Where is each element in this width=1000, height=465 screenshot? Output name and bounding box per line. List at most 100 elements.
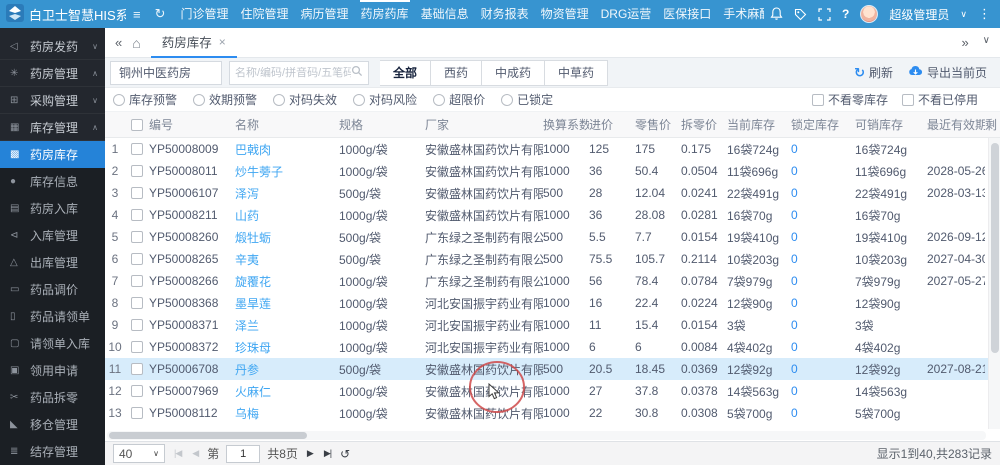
row-checkbox[interactable] [131,363,143,375]
page-number-input[interactable] [226,444,261,463]
header-locked-stock[interactable]: 锁定库存 [791,116,855,133]
filter-radio[interactable]: 效期预警 [193,91,257,108]
drug-name-link[interactable]: 旋覆花 [235,273,339,290]
locked-stock-link[interactable]: 0 [791,406,855,420]
category-button[interactable]: 全部 [380,59,432,86]
sidebar-collapse-icon[interactable]: ≡ [133,7,141,22]
avatar[interactable] [860,5,879,23]
table-row[interactable]: 9 YP50008371 泽兰 1000g/袋 河北安国振宇药业有限公司 100… [105,314,1000,336]
row-checkbox[interactable] [131,341,143,353]
select-all-checkbox[interactable] [131,118,143,131]
first-page-button[interactable]: |◀ [172,448,183,459]
tab-close-icon[interactable]: × [219,35,226,49]
table-row[interactable]: 5 YP50008260 煅牡蛎 500g/袋 广东绿之圣制药有限公司 500 … [105,226,1000,248]
sidebar-item[interactable]: △ 出库管理 [0,249,105,276]
sidebar-item[interactable]: ▦ 库存管理 ∧ [0,114,105,141]
locked-stock-link[interactable]: 0 [791,142,855,156]
table-row[interactable]: 8 YP50008368 墨旱莲 1000g/袋 河北安国振宇药业有限公司 10… [105,292,1000,314]
reload-table-icon[interactable]: ↺ [340,447,350,461]
row-checkbox[interactable] [131,297,143,309]
vertical-scrollbar[interactable] [988,138,1000,429]
tabs-scroll-right-icon[interactable]: » [961,35,968,50]
row-checkbox[interactable] [131,275,143,287]
locked-stock-link[interactable]: 0 [791,186,855,200]
help-icon[interactable]: ? [842,7,849,21]
fullscreen-icon[interactable] [818,7,831,21]
header-name[interactable]: 名称 [235,116,339,133]
header-retail-price[interactable]: 零售价 [635,116,681,133]
sidebar-item[interactable]: ▭ 药品调价 [0,276,105,303]
drug-name-link[interactable]: 炒牛蒡子 [235,163,339,180]
top-menu-item[interactable]: 药房药库 [355,0,415,28]
drug-name-link[interactable]: 巴戟肉 [235,141,339,158]
locked-stock-link[interactable]: 0 [791,208,855,222]
row-checkbox[interactable] [131,407,143,419]
header-current-stock[interactable]: 当前库存 [727,116,791,133]
filter-checkbox[interactable]: 不看已停用 [901,91,978,108]
row-checkbox[interactable] [131,253,143,265]
top-menu-item[interactable]: 财务报表 [475,0,535,28]
table-row[interactable]: 2 YP50008011 炒牛蒡子 1000g/袋 安徽盛林国药饮片有限公司 1… [105,160,1000,182]
table-row[interactable]: 12 YP50007969 火麻仁 1000g/袋 安徽盛林国药饮片有限公司 1… [105,380,1000,402]
tab-pharmacy-stock[interactable]: 药房库存 × [150,28,237,58]
pharmacy-select[interactable]: 铜州中医药房 [110,60,222,85]
drug-name-link[interactable]: 煅牡蛎 [235,229,339,246]
top-menu-item[interactable]: 物资管理 [535,0,595,28]
row-checkbox[interactable] [131,319,143,331]
sidebar-item[interactable]: ▤ 药房入库 [0,195,105,222]
locked-stock-link[interactable]: 0 [791,252,855,266]
vertical-scrollbar-thumb[interactable] [991,143,999,353]
table-row[interactable]: 11 YP50006708 丹参 500g/袋 安徽盛林国药饮片有限公司 500… [105,358,1000,380]
home-icon[interactable]: ⌂ [132,35,140,51]
sidebar-item[interactable]: ≣ 结存管理 [0,438,105,465]
locked-stock-link[interactable]: 0 [791,164,855,178]
sidebar-item[interactable]: ▩ 药房库存 [0,141,105,168]
sidebar-item[interactable]: ⊞ 采购管理 ∨ [0,87,105,114]
sidebar-item[interactable]: ✂ 药品拆零 [0,384,105,411]
filter-radio[interactable]: 对码风险 [353,91,417,108]
table-row[interactable]: 3 YP50006107 泽泻 500g/袋 安徽盛林国药饮片有限公司 500 … [105,182,1000,204]
locked-stock-link[interactable]: 0 [791,340,855,354]
row-checkbox[interactable] [131,143,143,155]
row-checkbox[interactable] [131,231,143,243]
top-menu-item[interactable]: 门诊管理 [175,0,235,28]
locked-stock-link[interactable]: 0 [791,362,855,376]
sidebar-item[interactable]: ◁ 药房发药 ∨ [0,33,105,60]
locked-stock-link[interactable]: 0 [791,296,855,310]
top-menu-item[interactable]: 病历管理 [295,0,355,28]
category-button[interactable]: 中成药 [482,59,546,86]
prev-page-button[interactable]: ◀ [190,448,200,459]
bell-icon[interactable] [770,7,783,21]
locked-stock-link[interactable]: 0 [791,274,855,288]
header-expiry[interactable]: 最近有效期 [927,116,985,133]
search-input[interactable] [235,66,351,79]
horizontal-scrollbar[interactable] [107,431,986,440]
sidebar-item[interactable]: ◣ 移仓管理 [0,411,105,438]
table-row[interactable]: 6 YP50008265 辛夷 500g/袋 广东绿之圣制药有限公司 500 7… [105,248,1000,270]
category-button[interactable]: 西药 [431,59,483,86]
top-menu-item[interactable]: 医保接口 [657,0,717,28]
drug-name-link[interactable]: 珍珠母 [235,339,339,356]
top-menu-item[interactable]: 手术麻醉 [717,0,764,28]
filter-radio[interactable]: 超限价 [433,91,485,108]
locked-stock-link[interactable]: 0 [791,318,855,332]
drug-name-link[interactable]: 丹参 [235,361,339,378]
drug-name-link[interactable]: 乌梅 [235,405,339,422]
row-checkbox[interactable] [131,385,143,397]
filter-radio[interactable]: 对码失效 [273,91,337,108]
locked-stock-link[interactable]: 0 [791,384,855,398]
header-sellable-stock[interactable]: 可销库存 [855,116,927,133]
export-current-page-button[interactable]: 导出当前页 [908,64,987,81]
top-menu-item[interactable]: DRG运营 [595,0,658,28]
locked-stock-link[interactable]: 0 [791,230,855,244]
drug-name-link[interactable]: 山药 [235,207,339,224]
sidebar-item[interactable]: ▯ 药品请领单 [0,303,105,330]
tag-icon[interactable] [794,8,807,21]
header-factor[interactable]: 换算系数 [543,116,589,133]
header-code[interactable]: 编号 [149,116,235,133]
page-refresh-icon[interactable]: ↻ [155,6,166,22]
sidebar-item[interactable]: ● 库存信息 [0,168,105,195]
tabs-scroll-left-icon[interactable]: « [115,35,122,50]
header-split-price[interactable]: 拆零价 [681,116,727,133]
header-factory[interactable]: 厂家 [425,116,543,133]
